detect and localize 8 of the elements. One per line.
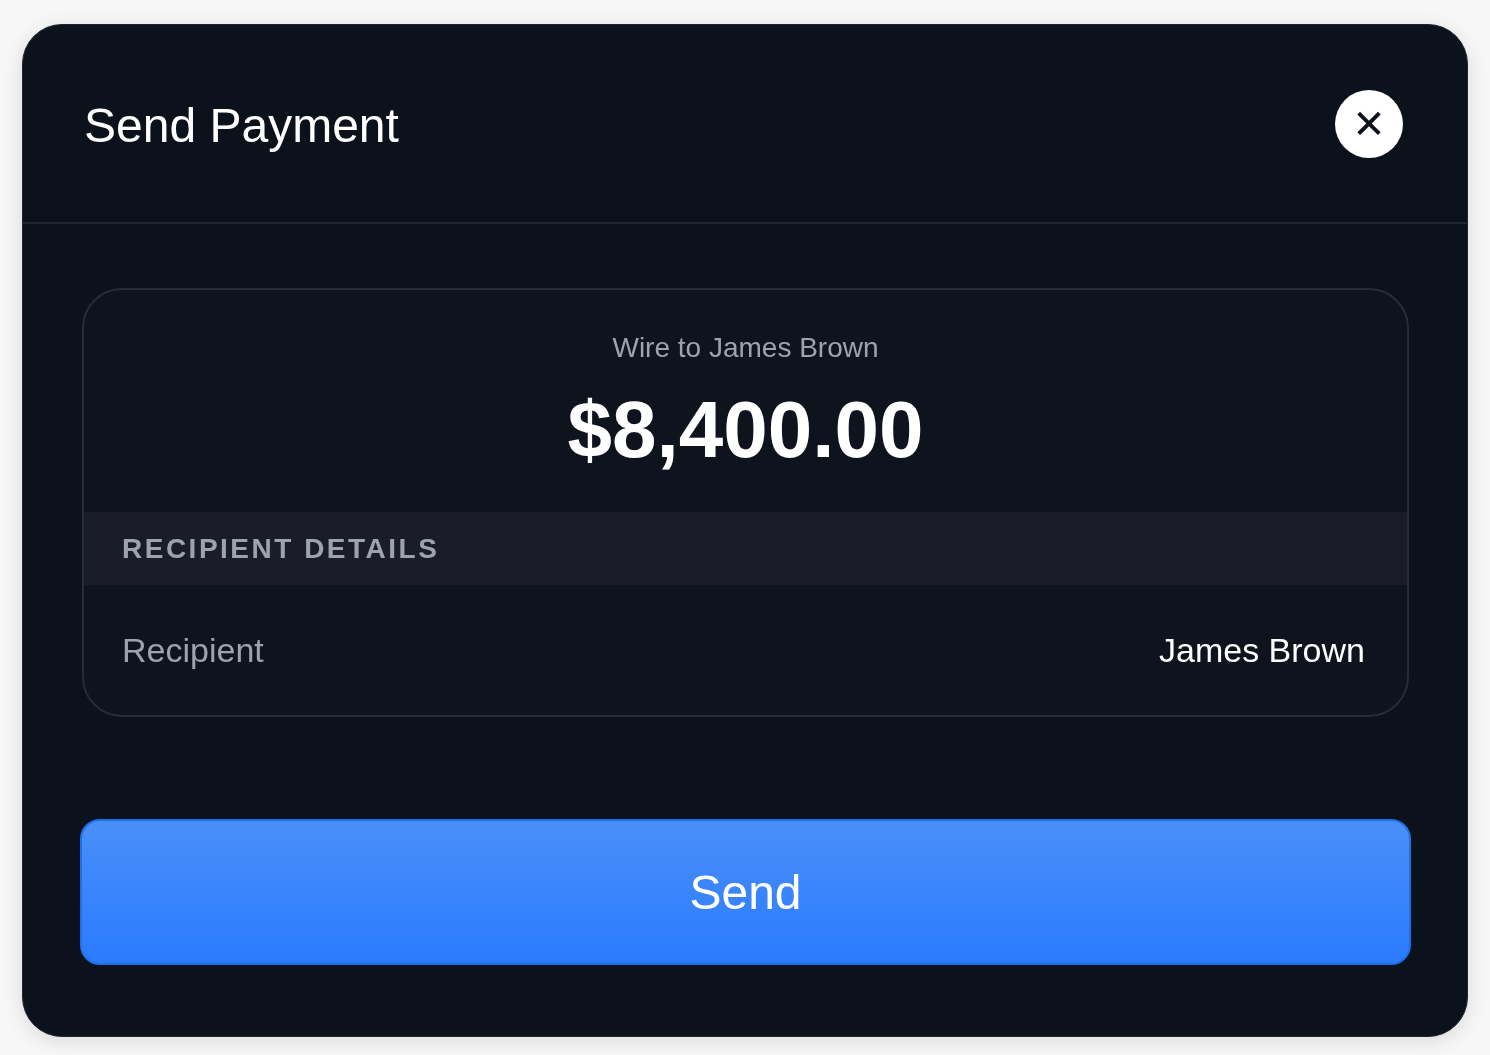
section-heading: RECIPIENT DETAILS <box>122 532 440 565</box>
send-button[interactable]: Send <box>80 819 1411 965</box>
payment-subtitle: Wire to James Brown <box>612 332 879 364</box>
dialog-title: Send Payment <box>84 98 399 153</box>
close-button[interactable]: ✕ <box>1335 89 1403 158</box>
detail-value: James Brown <box>1159 630 1365 670</box>
payment-amount: $8,400.00 <box>567 384 924 476</box>
detail-label: Recipient <box>122 630 264 670</box>
